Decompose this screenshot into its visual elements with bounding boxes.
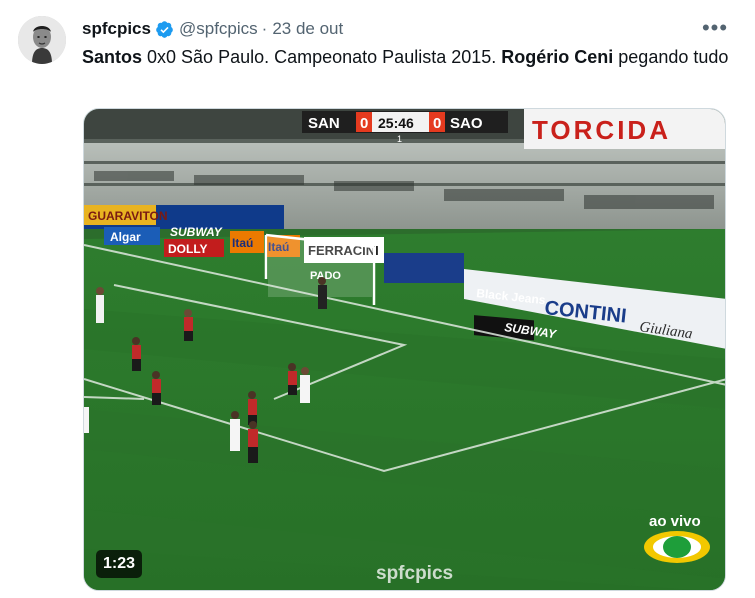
video-duration: 1:23 xyxy=(96,550,143,578)
tweet-text: Santos 0x0 São Paulo. Campeonato Paulist… xyxy=(82,45,732,70)
tweet-text-ceni: Rogério Ceni xyxy=(501,47,614,67)
more-icon[interactable]: ••• xyxy=(702,17,727,39)
score-period: 1 xyxy=(397,134,402,144)
ad-itau-text: Itaú xyxy=(232,236,253,250)
score-away: 0 xyxy=(433,115,441,132)
ad-subway-text: SUBWAY xyxy=(170,225,223,239)
timestamp[interactable]: 23 de out xyxy=(272,19,343,39)
avatar-image xyxy=(18,16,66,64)
separator-dot: · xyxy=(261,19,268,38)
watermark: spfcpics xyxy=(376,563,453,584)
ad-guaraviton-text: GUARAVITON xyxy=(88,209,168,223)
avatar[interactable] xyxy=(18,16,66,64)
score-away-team: SAO xyxy=(450,115,483,132)
tweet[interactable]: spfcpics @spfcpics · 23 de out ••• Santo… xyxy=(0,0,755,598)
tweet-header: spfcpics @spfcpics · 23 de out xyxy=(82,18,343,40)
video-frame: GUARAVITON SUBWAY Algar DOLLY Itaú Itaú … xyxy=(84,109,725,590)
torcida-text: TORCIDA xyxy=(532,115,671,145)
live-label: ao vivo xyxy=(649,513,701,530)
ad-algar-text: Algar xyxy=(110,230,141,244)
verified-badge-icon xyxy=(155,20,174,39)
ad-dolly-text: DOLLY xyxy=(168,242,208,256)
score-home: 0 xyxy=(360,115,368,132)
video-player[interactable]: GUARAVITON SUBWAY Algar DOLLY Itaú Itaú … xyxy=(83,108,726,591)
tweet-text-santos: Santos xyxy=(82,47,143,67)
tweet-text-middle: 0x0 São Paulo. Campeonato Paulista 2015. xyxy=(142,47,502,67)
tweet-text-end: pegando tudo xyxy=(613,47,729,67)
author-name[interactable]: spfcpics xyxy=(82,19,151,39)
live-logo: ao vivo xyxy=(644,513,710,563)
author-handle[interactable]: @spfcpics xyxy=(179,19,258,39)
score-clock: 25:46 xyxy=(378,115,414,131)
score-home-team: SAN xyxy=(308,115,340,132)
